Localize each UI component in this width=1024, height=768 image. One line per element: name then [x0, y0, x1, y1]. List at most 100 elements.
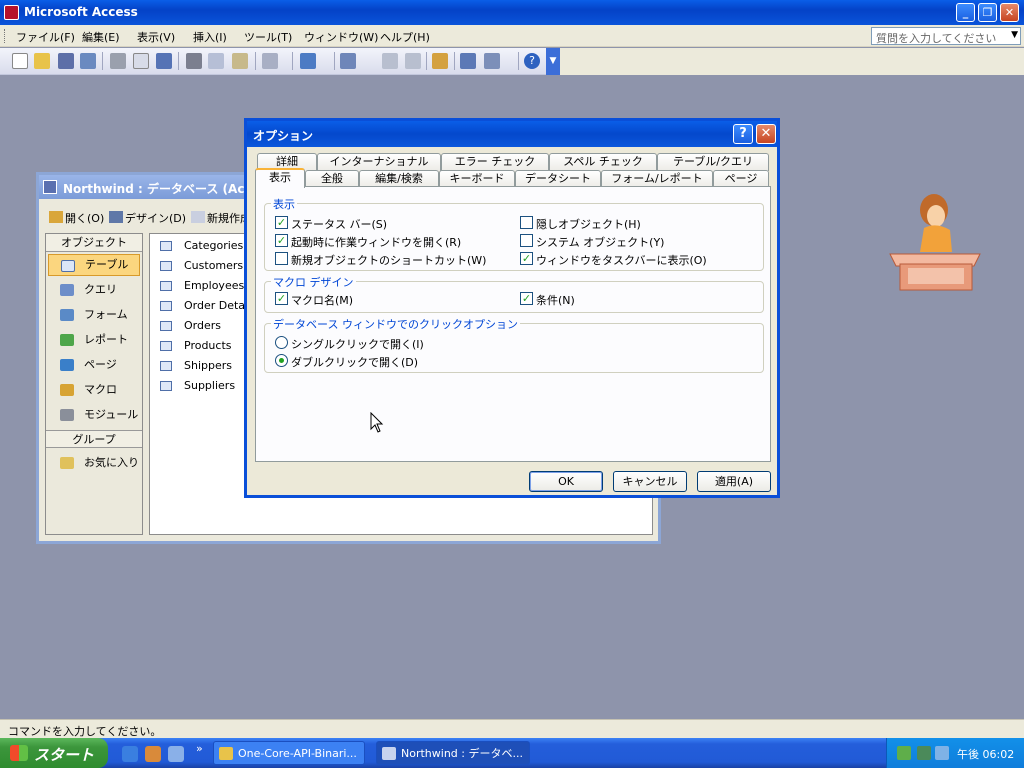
- object-reports[interactable]: レポート: [48, 329, 140, 351]
- dropdown-arrow-icon[interactable]: ▼: [1011, 30, 1018, 40]
- start-label: スタート: [34, 746, 95, 764]
- quicklaunch-expand-icon[interactable]: »: [196, 742, 203, 755]
- menu-grip[interactable]: [4, 29, 7, 43]
- windows-in-taskbar-checkbox[interactable]: ✓ ウィンドウをタスクバーに表示(O): [520, 252, 707, 268]
- quicklaunch-app-icon[interactable]: [145, 746, 161, 762]
- script-icon[interactable]: [405, 53, 421, 69]
- internet-explorer-icon[interactable]: [122, 746, 138, 762]
- file-search-icon[interactable]: [80, 53, 96, 69]
- help-button[interactable]: ?: [733, 124, 753, 144]
- menu-edit[interactable]: 編集(E): [82, 29, 120, 45]
- cut-icon[interactable]: [186, 53, 202, 69]
- open-button[interactable]: 開く(O): [65, 210, 104, 226]
- menu-file[interactable]: ファイル(F): [16, 29, 75, 45]
- list-item[interactable]: Products: [158, 336, 232, 356]
- tray-app-icon[interactable]: [897, 746, 911, 760]
- group-favorites[interactable]: お気に入り: [48, 452, 140, 474]
- object-forms[interactable]: フォーム: [48, 304, 140, 326]
- close-button[interactable]: ✕: [1000, 3, 1019, 22]
- list-item-label: Products: [184, 339, 232, 352]
- objects-header[interactable]: オブジェクト: [46, 234, 142, 252]
- design-button[interactable]: デザイン(D): [125, 210, 186, 226]
- undo-icon[interactable]: [262, 53, 278, 69]
- menu-help[interactable]: ヘルプ(H): [380, 29, 430, 45]
- list-item[interactable]: Employees: [158, 276, 244, 296]
- options-dialog-title[interactable]: オプション: [247, 121, 777, 147]
- tab-view[interactable]: 表示: [255, 168, 305, 188]
- help-icon[interactable]: ?: [524, 53, 540, 69]
- list-item[interactable]: Suppliers: [158, 376, 235, 396]
- list-item[interactable]: Order Details: [158, 296, 257, 316]
- tab-spelling[interactable]: スペル チェック: [549, 153, 657, 171]
- startup-task-pane-checkbox[interactable]: ✓ 起動時に作業ウィンドウを開く(R): [275, 234, 461, 250]
- list-item[interactable]: Shippers: [158, 356, 232, 376]
- taskbar-item-northwind[interactable]: Northwind : データベ...: [376, 741, 530, 765]
- table-icon: [160, 341, 172, 351]
- copy-icon[interactable]: [208, 53, 224, 69]
- new-object-icon[interactable]: [484, 53, 500, 69]
- object-tables[interactable]: テーブル: [48, 254, 140, 276]
- object-pages[interactable]: ページ: [48, 354, 140, 376]
- tab-error-checking[interactable]: エラー チェック: [441, 153, 549, 171]
- dialog-close-button[interactable]: ✕: [756, 124, 776, 144]
- ok-button[interactable]: OK: [529, 471, 603, 492]
- list-item[interactable]: Customers: [158, 256, 243, 276]
- object-macros[interactable]: マクロ: [48, 379, 140, 401]
- analyze-icon[interactable]: [340, 53, 356, 69]
- groups-header[interactable]: グループ: [46, 430, 142, 448]
- tab-tables-queries[interactable]: テーブル/クエリ: [657, 153, 769, 171]
- hidden-objects-checkbox[interactable]: 隠しオブジェクト(H): [520, 216, 641, 232]
- menu-tools[interactable]: ツール(T): [244, 29, 292, 45]
- paste-icon[interactable]: [232, 53, 248, 69]
- object-queries[interactable]: クエリ: [48, 279, 140, 301]
- status-bar-checkbox[interactable]: ✓ ステータス バー(S): [275, 216, 387, 232]
- office-assistant-icon[interactable]: [884, 186, 986, 294]
- single-click-radio[interactable]: シングルクリックで開く(I): [275, 336, 424, 352]
- system-objects-checkbox[interactable]: システム オブジェクト(Y): [520, 234, 664, 250]
- list-item[interactable]: Orders: [158, 316, 221, 336]
- checkbox-label: 条件(N): [536, 294, 575, 307]
- start-button[interactable]: スタート: [0, 738, 108, 768]
- new-object-shortcuts-checkbox[interactable]: 新規オブジェクトのショートカット(W): [275, 252, 486, 268]
- checkbox-checked: ✓: [520, 292, 533, 305]
- office-links-icon[interactable]: [300, 53, 316, 69]
- open-folder-icon[interactable]: [34, 53, 50, 69]
- relationships-icon[interactable]: [460, 53, 476, 69]
- properties-icon[interactable]: [432, 53, 448, 69]
- volume-icon[interactable]: [935, 746, 949, 760]
- macro-names-checkbox[interactable]: ✓ マクロ名(M): [275, 292, 353, 308]
- code-icon[interactable]: [382, 53, 398, 69]
- display-group: 表示 ✓ ステータス バー(S) ✓ 起動時に作業ウィンドウを開く(R) 新規オブジ…: [264, 196, 764, 271]
- list-item-label: Employees: [184, 279, 245, 292]
- design-icon[interactable]: [109, 211, 123, 223]
- open-icon[interactable]: [49, 211, 63, 223]
- spelling-icon[interactable]: [156, 53, 172, 69]
- new-icon[interactable]: [12, 53, 28, 69]
- list-item[interactable]: Categories: [158, 236, 243, 256]
- checkbox-label: 新規オブジェクトのショートカット(W): [291, 254, 487, 267]
- cancel-button[interactable]: キャンセル: [613, 471, 687, 492]
- print-icon[interactable]: [110, 53, 126, 69]
- checkbox-label: ウィンドウをタスクバーに表示(O): [536, 254, 707, 267]
- taskbar-item-folder[interactable]: One-Core-API-Binari...: [213, 741, 365, 765]
- object-modules[interactable]: モジュール: [48, 404, 140, 426]
- help-search-input[interactable]: 質問を入力してください ▼: [871, 27, 1021, 45]
- access-icon[interactable]: [4, 5, 19, 20]
- network-icon[interactable]: [917, 746, 931, 760]
- radio-selected: [275, 354, 288, 367]
- double-click-radio[interactable]: ダブルクリックで開く(D): [275, 354, 418, 370]
- minimize-button[interactable]: _: [956, 3, 975, 22]
- save-icon[interactable]: [58, 53, 74, 69]
- help-search-placeholder: 質問を入力してください: [876, 32, 997, 45]
- restore-button[interactable]: ❐: [978, 3, 997, 22]
- conditions-checkbox[interactable]: ✓ 条件(N): [520, 292, 575, 308]
- menu-view[interactable]: 表示(V): [137, 29, 175, 45]
- new-item-icon[interactable]: [191, 211, 205, 223]
- menu-window[interactable]: ウィンドウ(W): [304, 29, 378, 45]
- tab-international[interactable]: インターナショナル: [317, 153, 441, 171]
- show-desktop-icon[interactable]: [168, 746, 184, 762]
- menu-insert[interactable]: 挿入(I): [193, 29, 227, 45]
- apply-button[interactable]: 適用(A): [697, 471, 771, 492]
- toolbar-options-icon[interactable]: ▼: [546, 48, 560, 75]
- print-preview-icon[interactable]: [133, 53, 149, 69]
